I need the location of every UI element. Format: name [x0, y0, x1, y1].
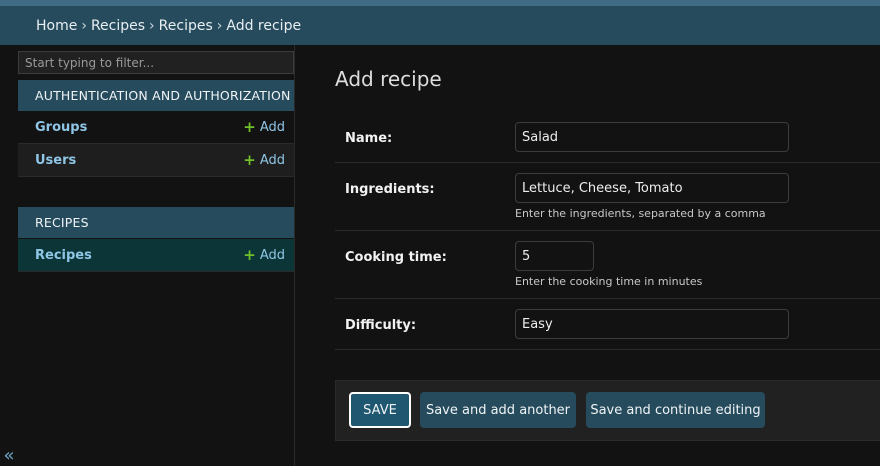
content-main: Add recipe Name: Ingredients: Enter the … — [295, 45, 880, 466]
sidebar-item-groups: Groups + Add — [18, 111, 294, 144]
form-row-ingredients: Ingredients: Enter the ingredients, sepa… — [335, 163, 880, 231]
breadcrumb-separator: › — [216, 17, 223, 34]
submit-row: SAVE Save and add another Save and conti… — [335, 380, 880, 441]
plus-icon: + — [243, 151, 256, 169]
save-button[interactable]: SAVE — [349, 392, 411, 428]
form-row-cooking-time: Cooking time: Enter the cooking time in … — [335, 231, 880, 299]
add-label: Add — [259, 119, 285, 135]
cooking-time-help-text: Enter the cooking time in minutes — [515, 275, 703, 288]
ingredients-help-text: Enter the ingredients, separated by a co… — [515, 207, 766, 220]
form-row-name: Name: — [335, 112, 880, 163]
model-link-groups[interactable]: Groups — [35, 120, 87, 135]
model-link-users[interactable]: Users — [35, 153, 76, 168]
plus-icon: + — [243, 246, 256, 264]
ingredients-input[interactable] — [515, 173, 789, 203]
add-users-link[interactable]: + Add — [243, 151, 285, 169]
breadcrumb-app-recipes[interactable]: Recipes — [91, 18, 145, 34]
add-label: Add — [259, 152, 285, 168]
difficulty-label: Difficulty: — [345, 318, 417, 333]
model-link-recipes[interactable]: Recipes — [35, 248, 92, 263]
breadcrumb-home[interactable]: Home — [36, 18, 77, 34]
save-and-continue-button[interactable]: Save and continue editing — [586, 392, 765, 428]
ingredients-label: Ingredients: — [345, 182, 435, 197]
name-label: Name: — [345, 131, 393, 146]
sidebar-item-recipes: Recipes + Add — [18, 239, 294, 272]
module-caption-recipes[interactable]: RECIPES — [18, 207, 294, 238]
difficulty-input[interactable] — [515, 309, 789, 339]
collapse-sidebar-icon[interactable]: « — [0, 446, 18, 466]
page-title: Add recipe — [335, 67, 442, 91]
breadcrumb-separator: › — [81, 17, 87, 34]
cooking-time-label: Cooking time: — [345, 250, 447, 265]
breadcrumb-current: Add recipe — [226, 17, 302, 34]
add-label: Add — [259, 247, 285, 263]
save-and-add-another-button[interactable]: Save and add another — [420, 392, 576, 428]
module-caption-auth[interactable]: AUTHENTICATION AND AUTHORIZATION — [18, 80, 294, 111]
breadcrumb-separator: › — [149, 17, 155, 34]
sidebar-nav: AUTHENTICATION AND AUTHORIZATION Groups … — [18, 45, 295, 466]
cooking-time-input[interactable] — [515, 241, 594, 271]
form-row-difficulty: Difficulty: — [335, 299, 880, 350]
add-recipes-link[interactable]: + Add — [243, 246, 285, 264]
sidebar-item-users: Users + Add — [18, 144, 294, 177]
name-input[interactable] — [515, 122, 789, 152]
nav-filter-input[interactable] — [18, 51, 294, 74]
plus-icon: + — [243, 118, 256, 136]
add-groups-link[interactable]: + Add — [243, 118, 285, 136]
breadcrumb-model-recipes[interactable]: Recipes — [159, 18, 213, 34]
breadcrumb: Home › Recipes › Recipes › Add recipe — [0, 6, 880, 45]
